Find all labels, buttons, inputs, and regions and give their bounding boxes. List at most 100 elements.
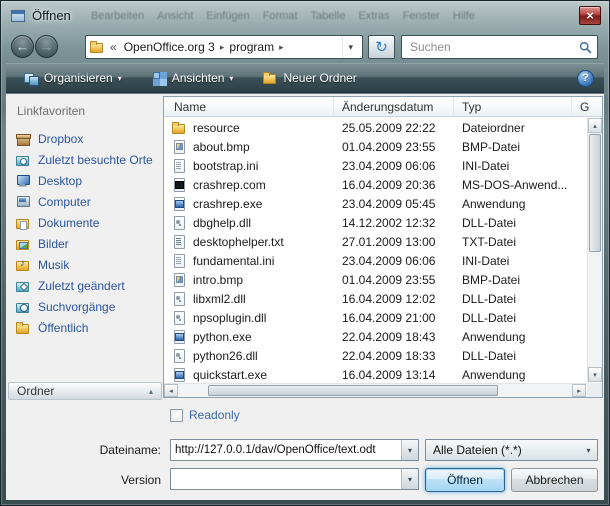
titlebar[interactable]: Öffnen Bearbeiten Ansicht Einfügen Forma… <box>1 1 609 31</box>
file-type: INI-Datei <box>454 159 587 173</box>
file-row[interactable]: intro.bmp 01.04.2009 23:55 BMP-Datei <box>164 270 587 289</box>
file-name: resource <box>193 121 334 135</box>
file-row[interactable]: fundamental.ini 23.04.2009 06:06 INI-Dat… <box>164 251 587 270</box>
breadcrumb-item-openoffice[interactable]: OpenOffice.org 3 <box>120 40 219 54</box>
file-icon <box>172 330 187 344</box>
file-name: crashrep.com <box>193 178 334 192</box>
scroll-down-arrow-icon[interactable]: ▾ <box>588 367 602 382</box>
sidebar-item-music[interactable]: Musik <box>8 254 162 275</box>
file-row[interactable]: quickstart.exe 16.04.2009 13:14 Anwendun… <box>164 365 587 384</box>
new-folder-button[interactable]: Neuer Ordner <box>255 66 364 90</box>
file-row[interactable]: npsoplugin.dll 16.04.2009 21:00 DLL-Date… <box>164 308 587 327</box>
search-input[interactable] <box>402 40 573 54</box>
file-row[interactable]: python.exe 22.04.2009 18:43 Anwendung <box>164 327 587 346</box>
version-dropdown-button[interactable]: ▾ <box>401 469 418 489</box>
file-date: 22.04.2009 18:43 <box>334 330 454 344</box>
file-type: MS-DOS-Anwend... <box>454 178 587 192</box>
cancel-button[interactable]: Abbrechen <box>511 468 598 492</box>
breadcrumb-item-program[interactable]: program <box>225 40 278 54</box>
horizontal-scrollbar[interactable]: ◂ ▸ <box>164 383 586 397</box>
forward-arrow-icon: → <box>40 39 53 54</box>
column-header-name[interactable]: Name <box>164 97 334 116</box>
file-icon <box>172 216 187 230</box>
background-menu-item: Extras <box>358 10 389 22</box>
file-row[interactable]: desktophelper.txt 27.01.2009 13:00 TXT-D… <box>164 232 587 251</box>
breadcrumb-separator-icon[interactable]: ▸ <box>278 42 285 53</box>
folders-pane-toggle[interactable]: Ordner ▴ <box>8 382 162 400</box>
file-date: 16.04.2009 20:36 <box>334 178 454 192</box>
documents-icon <box>16 216 31 230</box>
open-button[interactable]: Öffnen <box>425 468 505 492</box>
favorites-header: Linkfavoriten <box>8 96 162 128</box>
background-menu-item: Format <box>263 10 298 22</box>
column-header-type[interactable]: Typ <box>454 97 572 116</box>
file-row[interactable]: crashrep.exe 23.04.2009 05:45 Anwendung <box>164 194 587 213</box>
file-date: 23.04.2009 05:45 <box>334 197 454 211</box>
refresh-button[interactable]: ↻ <box>368 35 395 59</box>
organize-icon <box>24 71 39 85</box>
horizontal-scrollbar-thumb[interactable] <box>208 385 498 396</box>
breadcrumb-overflow-chevron[interactable]: « <box>110 40 117 54</box>
views-button[interactable]: Ansichten ▾ <box>144 66 242 90</box>
sidebar-item-public[interactable]: Öffentlich <box>8 317 162 338</box>
forward-button[interactable]: → <box>35 35 58 58</box>
search-box[interactable] <box>401 35 598 59</box>
background-menu-item: Fenster <box>403 10 440 22</box>
window-title: Öffnen <box>32 8 71 23</box>
file-type: DLL-Datei <box>454 292 587 306</box>
readonly-label: Readonly <box>189 408 240 422</box>
sidebar-item-label: Musik <box>38 258 69 272</box>
version-combobox[interactable]: ▾ <box>170 468 419 490</box>
back-button[interactable]: ← <box>11 35 34 58</box>
background-menu-item: Hilfe <box>453 10 475 22</box>
search-icon[interactable] <box>573 41 597 54</box>
sidebar-item-computer[interactable]: Computer <box>8 191 162 212</box>
column-header-date[interactable]: Änderungsdatum <box>334 97 454 116</box>
version-row: Version ▾ Öffnen Abbrechen <box>6 468 604 492</box>
recently-changed-icon <box>16 279 31 293</box>
file-icon <box>172 235 187 249</box>
file-row[interactable]: dbghelp.dll 14.12.2002 12:32 DLL-Datei <box>164 213 587 232</box>
file-row[interactable]: bootstrap.ini 23.04.2009 06:06 INI-Datei <box>164 156 587 175</box>
close-button[interactable]: × <box>579 6 601 25</box>
organize-button[interactable]: Organisieren ▾ <box>16 66 130 90</box>
file-type: INI-Datei <box>454 254 587 268</box>
sidebar-item-desktop[interactable]: Desktop <box>8 170 162 191</box>
sidebar-item-searches[interactable]: Suchvorgänge <box>8 296 162 317</box>
desktop-icon <box>16 174 31 188</box>
sidebar-item-documents[interactable]: Dokumente <box>8 212 162 233</box>
file-row[interactable]: crashrep.com 16.04.2009 20:36 MS-DOS-Anw… <box>164 175 587 194</box>
vertical-scrollbar-thumb[interactable] <box>589 134 601 252</box>
file-row[interactable]: libxml2.dll 16.04.2009 12:02 DLL-Datei <box>164 289 587 308</box>
file-row[interactable]: resource 25.05.2009 22:22 Dateiordner <box>164 118 587 137</box>
help-button[interactable]: ? <box>577 70 594 87</box>
breadcrumb[interactable]: « OpenOffice.org 3 ▸ program ▸ ▾ <box>85 35 363 59</box>
sidebar-item-dropbox[interactable]: Dropbox <box>8 128 162 149</box>
sidebar-item-recent-places[interactable]: Zuletzt besuchte Orte <box>8 149 162 170</box>
filename-input[interactable] <box>171 444 401 456</box>
file-row[interactable]: python26.dll 22.04.2009 18:33 DLL-Datei <box>164 346 587 365</box>
scroll-up-arrow-icon[interactable]: ▴ <box>588 118 602 133</box>
filename-dropdown-button[interactable]: ▾ <box>401 440 418 460</box>
vertical-scrollbar[interactable]: ▴ ▾ <box>587 118 602 382</box>
breadcrumb-dropdown-button[interactable]: ▾ <box>342 36 358 58</box>
filetype-dropdown-button[interactable]: ▾ <box>580 440 597 460</box>
sidebar-item-pictures[interactable]: Bilder <box>8 233 162 254</box>
filetype-combobox[interactable]: Alle Dateien (*.*) ▾ <box>425 439 598 461</box>
filename-row: Dateiname: ▾ Alle Dateien (*.*) ▾ <box>6 439 604 461</box>
file-date: 16.04.2009 13:14 <box>334 368 454 382</box>
filename-label: Dateiname: <box>6 443 161 457</box>
scroll-right-arrow-icon[interactable]: ▸ <box>572 384 586 397</box>
scroll-left-arrow-icon[interactable]: ◂ <box>164 384 178 397</box>
file-icon <box>172 178 187 192</box>
scrollbar-corner <box>587 383 602 397</box>
filename-combobox[interactable]: ▾ <box>170 439 419 461</box>
readonly-checkbox[interactable] <box>170 409 183 422</box>
background-menu-item: Einfügen <box>206 10 249 22</box>
column-header-size[interactable]: G <box>572 97 602 116</box>
sidebar-item-label: Bilder <box>38 237 69 251</box>
file-row[interactable]: about.bmp 01.04.2009 23:55 BMP-Datei <box>164 137 587 156</box>
chevron-down-icon: ▾ <box>229 74 233 83</box>
file-icon <box>172 140 187 154</box>
sidebar-item-recently-changed[interactable]: Zuletzt geändert <box>8 275 162 296</box>
